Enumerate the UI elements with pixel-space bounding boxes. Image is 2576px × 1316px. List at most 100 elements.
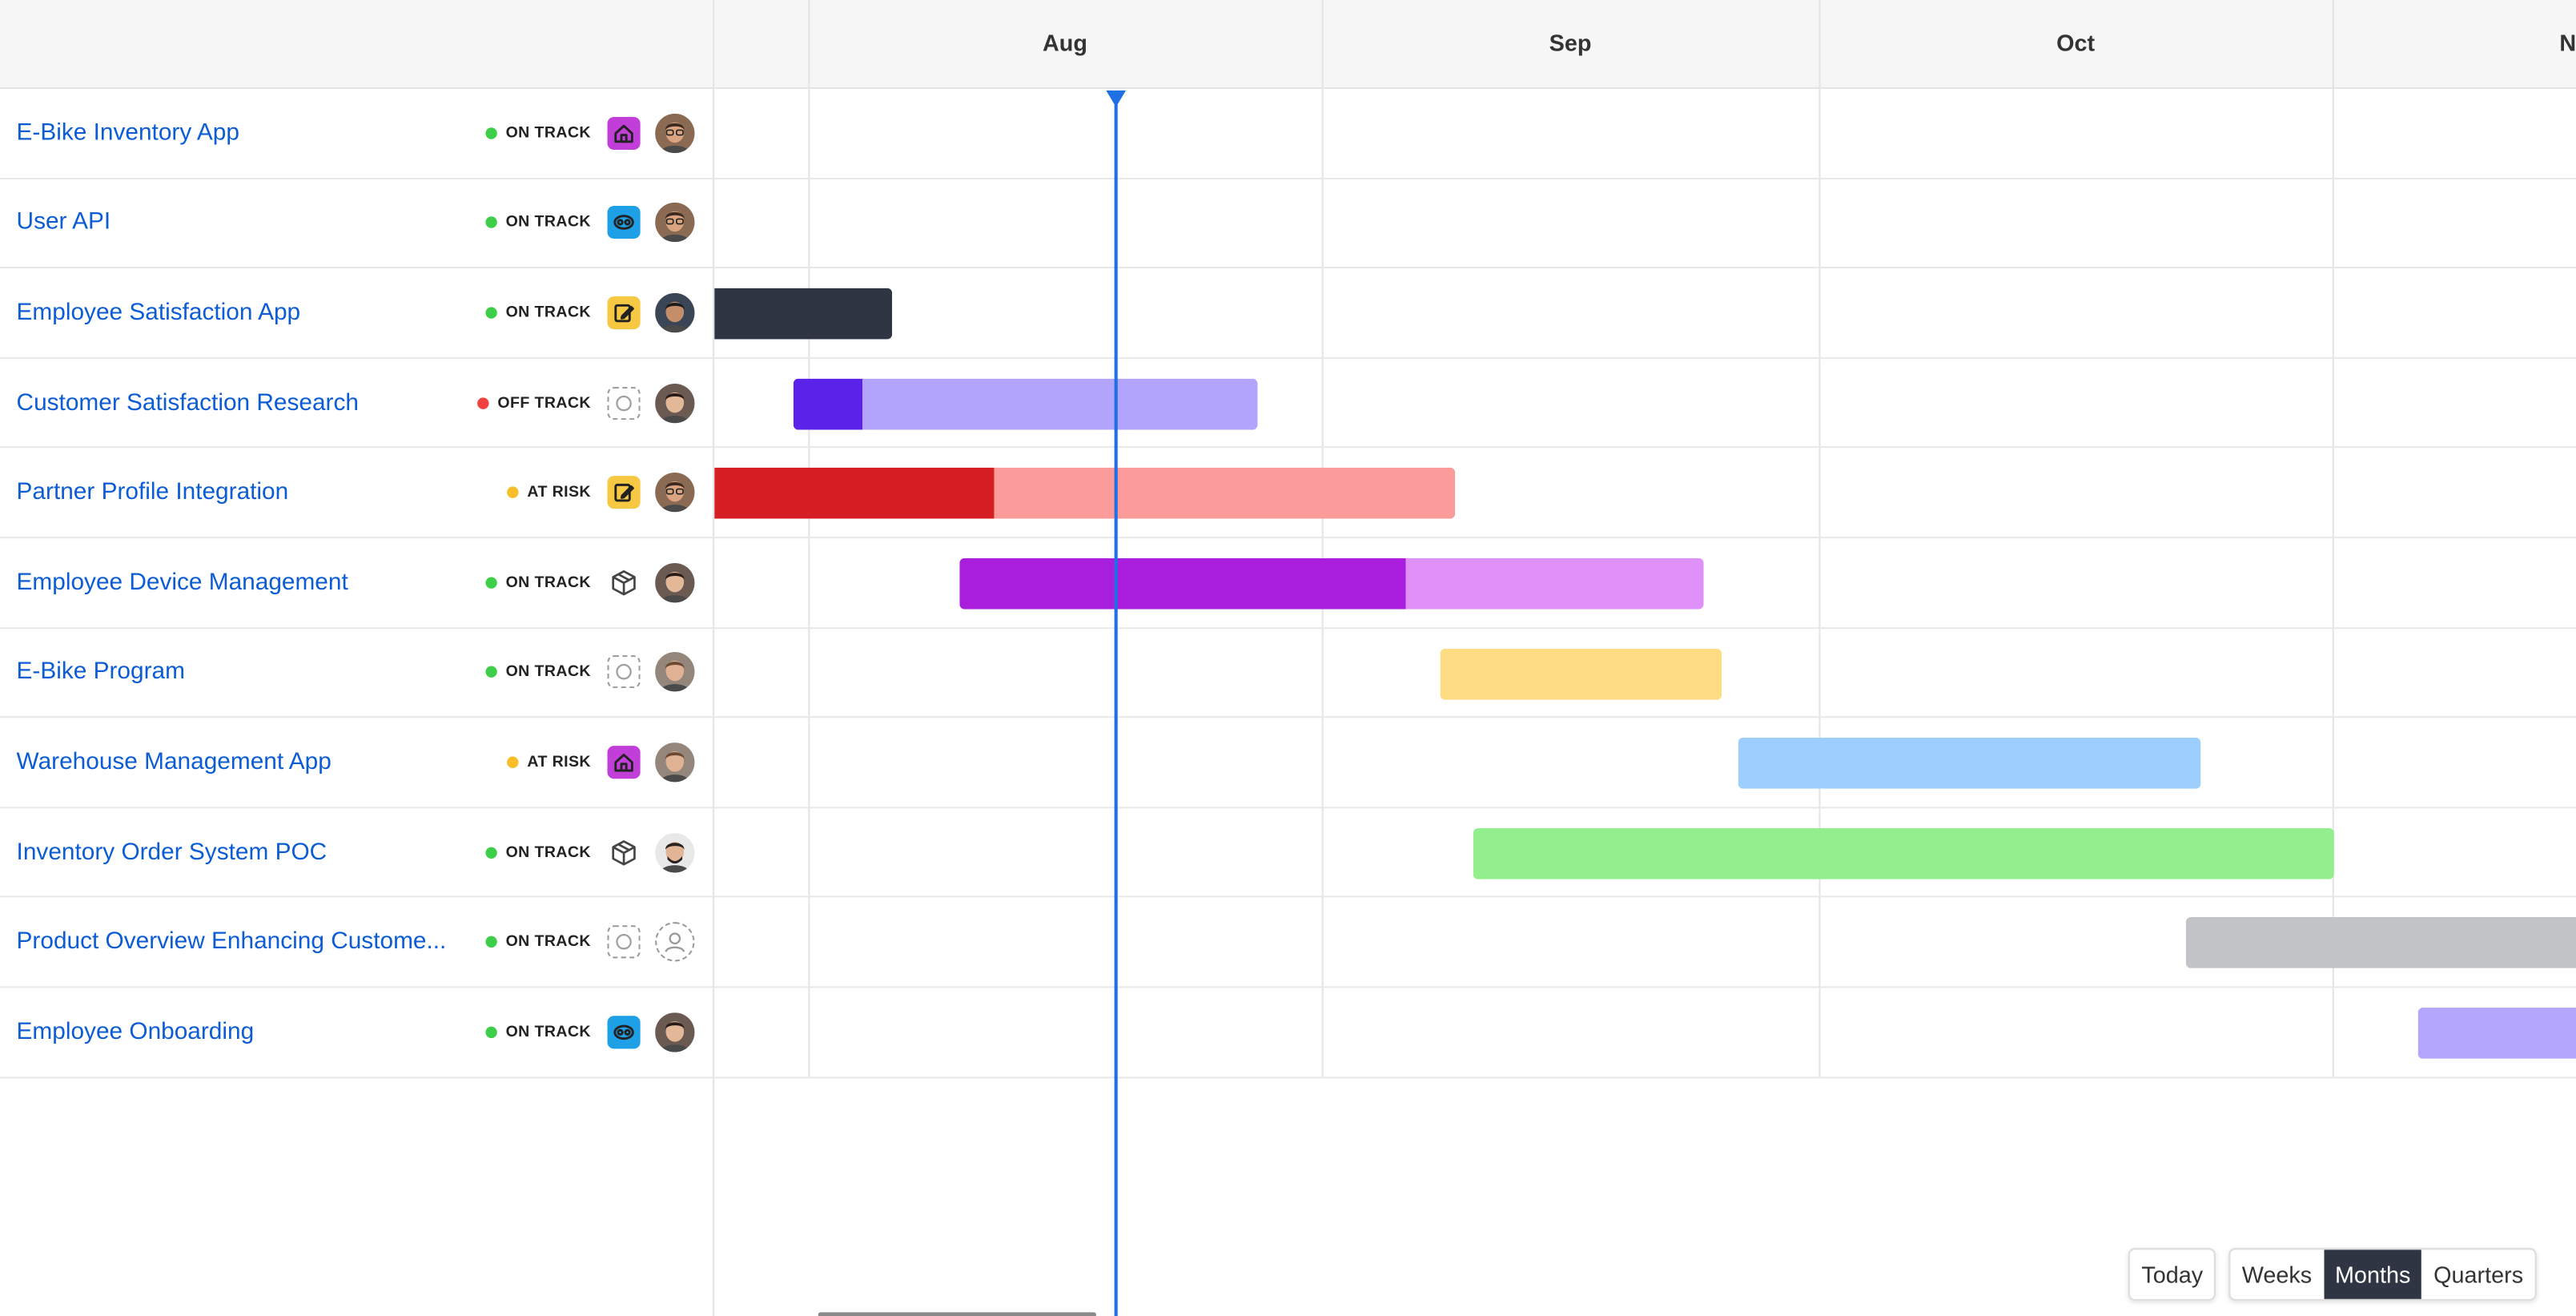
- project-row[interactable]: E-Bike Program ON TRACK: [0, 628, 713, 718]
- empty-user-icon[interactable]: [655, 922, 695, 962]
- timeline-bar[interactable]: [2185, 917, 2576, 969]
- avatar[interactable]: [655, 383, 695, 423]
- edit-note-icon[interactable]: [607, 476, 641, 509]
- project-name-link[interactable]: User API: [17, 210, 111, 236]
- status-badge: ON TRACK: [485, 843, 591, 862]
- avatar[interactable]: [655, 1012, 695, 1052]
- project-row[interactable]: E-Bike Inventory App ON TRACK: [0, 89, 713, 179]
- avatar[interactable]: [655, 652, 695, 693]
- empty-circle-icon[interactable]: [607, 386, 641, 420]
- project-row[interactable]: Employee Onboarding ON TRACK: [0, 988, 713, 1078]
- empty-circle-icon[interactable]: [607, 925, 641, 959]
- project-name-link[interactable]: Inventory Order System POC: [17, 839, 328, 865]
- edit-note-icon[interactable]: [607, 296, 641, 330]
- month-gridline: [1818, 0, 1821, 1079]
- project-row[interactable]: User API ON TRACK: [0, 179, 713, 269]
- avatar[interactable]: [655, 832, 695, 872]
- bar-segment: [1440, 648, 1722, 699]
- timeline-bar[interactable]: [793, 378, 1258, 430]
- row-gridline: [714, 177, 2576, 179]
- avatar[interactable]: [655, 203, 695, 243]
- avatar[interactable]: [655, 292, 695, 333]
- row-gridline: [714, 356, 2576, 359]
- empty-circle-icon[interactable]: [607, 655, 641, 689]
- project-name-link[interactable]: Warehouse Management App: [17, 749, 332, 775]
- house-app-icon[interactable]: [607, 116, 641, 150]
- status-label: ON TRACK: [505, 214, 591, 232]
- row-gridline: [714, 716, 2576, 718]
- status-dot-icon: [485, 127, 498, 139]
- zoom-segmented-control: Weeks Months Quarters: [2228, 1248, 2537, 1301]
- status-label: ON TRACK: [505, 123, 591, 143]
- status-dot-icon: [485, 307, 498, 319]
- project-name-link[interactable]: Customer Satisfaction Research: [17, 389, 359, 416]
- bar-segment: [862, 378, 1258, 430]
- row-gridline: [714, 267, 2576, 269]
- project-row[interactable]: Customer Satisfaction Research OFF TRACK: [0, 359, 713, 449]
- box-icon[interactable]: [608, 835, 641, 868]
- status-label: ON TRACK: [505, 843, 591, 862]
- timeline-bar[interactable]: [714, 468, 1456, 520]
- status-badge: AT RISK: [507, 753, 591, 771]
- timeline-bar[interactable]: [1738, 738, 2201, 790]
- project-name-link[interactable]: Employee Satisfaction App: [17, 300, 301, 326]
- timeline-bar[interactable]: [2417, 1008, 2576, 1059]
- status-label: ON TRACK: [505, 663, 591, 682]
- project-name-link[interactable]: Employee Onboarding: [17, 1019, 255, 1045]
- project-name-link[interactable]: Product Overview Enhancing Custome...: [17, 929, 447, 956]
- project-row[interactable]: Employee Satisfaction App ON TRACK: [0, 268, 713, 359]
- month-gridline: [1321, 0, 1324, 1079]
- months-button[interactable]: Months: [2323, 1250, 2422, 1299]
- status-label: ON TRACK: [505, 573, 591, 592]
- status-dot-icon: [485, 936, 498, 948]
- project-name-link[interactable]: Partner Profile Integration: [17, 480, 289, 506]
- project-rows: E-Bike Inventory App ON TRACK User API ON …: [0, 89, 713, 1078]
- avatar[interactable]: [655, 473, 695, 513]
- bar-segment: [2185, 917, 2576, 969]
- bar-segment: [1738, 738, 2201, 790]
- row-gridline: [714, 537, 2576, 539]
- horizontal-scrollbar[interactable]: [818, 1312, 1097, 1316]
- timeline-header: Aug Sep Oct N: [714, 0, 2576, 90]
- box-icon[interactable]: [608, 566, 641, 599]
- project-row[interactable]: Inventory Order System POC ON TRACK: [0, 808, 713, 899]
- api-cloud-icon[interactable]: [607, 206, 641, 239]
- house-app-icon[interactable]: [607, 746, 641, 779]
- weeks-button[interactable]: Weeks: [2230, 1250, 2323, 1299]
- timeline[interactable]: Aug Sep Oct N Today Weeks Months Quarter…: [714, 0, 2576, 1316]
- status-label: AT RISK: [527, 753, 591, 771]
- project-row[interactable]: Employee Device Management ON TRACK: [0, 538, 713, 629]
- bar-segment: [2417, 1008, 2576, 1059]
- quarters-button[interactable]: Quarters: [2422, 1250, 2535, 1299]
- month-label-aug: Aug: [1042, 30, 1087, 56]
- project-name-link[interactable]: Employee Device Management: [17, 569, 348, 596]
- project-name-link[interactable]: E-Bike Inventory App: [17, 120, 239, 147]
- status-badge: ON TRACK: [485, 214, 591, 232]
- status-dot-icon: [507, 486, 520, 499]
- avatar[interactable]: [655, 562, 695, 602]
- bar-segment: [714, 468, 994, 520]
- project-row[interactable]: Partner Profile Integration AT RISK: [0, 449, 713, 539]
- timeline-bar[interactable]: [1473, 827, 2334, 879]
- status-badge: ON TRACK: [485, 573, 591, 592]
- avatar[interactable]: [655, 113, 695, 153]
- today-line: [1114, 95, 1118, 1316]
- api-cloud-icon[interactable]: [607, 1015, 641, 1048]
- project-row[interactable]: Product Overview Enhancing Custome... ON …: [0, 898, 713, 988]
- today-button[interactable]: Today: [2130, 1250, 2215, 1299]
- month-gridline: [808, 0, 810, 1079]
- timeline-bar[interactable]: [959, 557, 1704, 610]
- status-badge: ON TRACK: [485, 123, 591, 143]
- status-dot-icon: [477, 396, 490, 408]
- project-row[interactable]: Warehouse Management App AT RISK: [0, 718, 713, 808]
- status-badge: ON TRACK: [485, 933, 591, 951]
- status-dot-icon: [507, 756, 520, 768]
- project-name-link[interactable]: E-Bike Program: [17, 659, 185, 686]
- avatar[interactable]: [655, 742, 695, 783]
- roadmap-app: E-Bike Inventory App ON TRACK User API ON …: [0, 0, 2576, 1316]
- timeline-bar[interactable]: [1440, 648, 1722, 699]
- status-badge: ON TRACK: [485, 663, 591, 682]
- row-gridline: [714, 446, 2576, 449]
- timeline-bar[interactable]: [714, 288, 893, 340]
- bar-segment: [1473, 827, 2334, 879]
